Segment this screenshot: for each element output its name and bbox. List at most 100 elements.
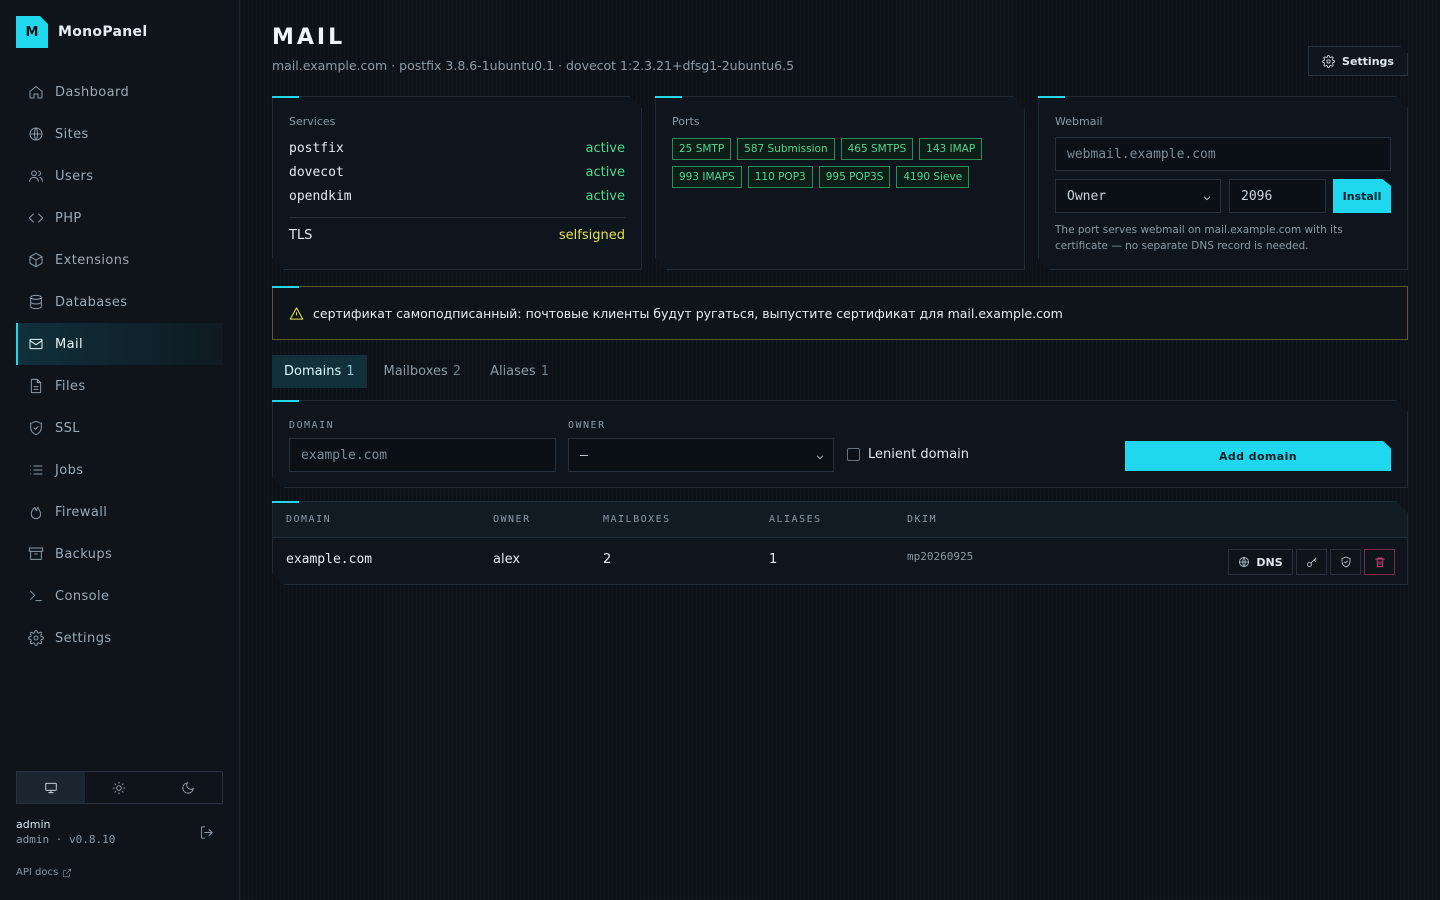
row-mailboxes: 2	[603, 552, 612, 567]
sidebar-item-label: Files	[55, 378, 86, 394]
sidebar-item-settings[interactable]: Settings	[16, 617, 223, 659]
gear-icon	[1322, 54, 1335, 68]
tls-row: TLS selfsigned	[289, 228, 625, 243]
theme-dark-button[interactable]	[154, 772, 222, 803]
sidebar-item-console[interactable]: Console	[16, 575, 223, 617]
logout-icon	[201, 826, 213, 839]
theme-system-button[interactable]	[17, 772, 86, 803]
delete-button[interactable]	[1364, 549, 1395, 575]
dns-button[interactable]: DNS	[1228, 549, 1293, 575]
services-label: Services	[289, 115, 336, 128]
lenient-domain-toggle[interactable]: Lenient domain	[847, 447, 969, 462]
column-header-owner: OWNER	[493, 514, 531, 525]
sidebar-item-dashboard[interactable]: Dashboard	[16, 71, 223, 113]
add-domain-button[interactable]: Add domain	[1125, 441, 1391, 471]
webmail-owner-value: Owner	[1067, 188, 1107, 204]
port-chip: 995 POP3S	[819, 166, 891, 188]
ports-card: Ports 25 SMTP 587 Submission 465 SMTPS 1…	[655, 96, 1025, 270]
tls-status: selfsigned	[558, 228, 625, 243]
sidebar-nav: Dashboard Sites Users PHP Extensions Dat…	[16, 71, 223, 659]
column-header-domain: DOMAIN	[286, 514, 332, 525]
brand-logo: M	[16, 16, 48, 48]
webmail-host-input[interactable]: webmail.example.com	[1055, 137, 1391, 171]
sidebar-item-sites[interactable]: Sites	[16, 113, 223, 155]
service-status: active	[585, 189, 625, 204]
owner-field-label: OWNER	[568, 420, 606, 431]
sidebar-item-label: Users	[55, 168, 94, 184]
port-chip: 993 IMAPS	[672, 166, 742, 188]
ssl-button[interactable]	[1330, 549, 1361, 575]
user-info: admin admin · v0.8.10	[16, 818, 115, 846]
brand[interactable]: M MonoPanel	[16, 16, 147, 48]
terminal-icon	[30, 590, 42, 602]
flame-icon	[30, 506, 42, 520]
owner-select[interactable]: —	[568, 438, 834, 472]
sidebar-item-users[interactable]: Users	[16, 155, 223, 197]
service-name: postfix	[289, 141, 344, 156]
database-icon	[30, 294, 42, 310]
domains-table: DOMAIN OWNER MAILBOXES ALIASES DKIM exam…	[272, 501, 1408, 585]
sidebar-item-php[interactable]: PHP	[16, 197, 223, 239]
row-aliases: 1	[769, 552, 778, 567]
sidebar-item-ssl[interactable]: SSL	[16, 407, 223, 449]
webmail-port-input[interactable]: 2096	[1229, 179, 1326, 213]
chevron-down-icon	[815, 452, 825, 462]
webmail-owner-select[interactable]: Owner	[1055, 179, 1221, 213]
card-accent	[655, 96, 682, 98]
port-chip: 587 Submission	[737, 138, 834, 160]
users-icon	[29, 170, 43, 182]
warning-text: сертификат самоподписанный: почтовые кли…	[313, 305, 1063, 321]
install-button[interactable]: Install	[1333, 179, 1391, 213]
gear-icon	[28, 630, 44, 646]
theme-switcher	[16, 771, 223, 804]
service-row-postfix: postfix active	[289, 141, 625, 156]
tab-domains[interactable]: Domains 1	[272, 355, 367, 388]
tab-count: 1	[346, 364, 355, 379]
row-domain: example.com	[286, 552, 373, 567]
tab-mailboxes[interactable]: Mailboxes 2	[372, 355, 474, 388]
dns-button-label: DNS	[1256, 555, 1283, 569]
port-chip: 143 IMAP	[919, 138, 982, 160]
sidebar-item-files[interactable]: Files	[16, 365, 223, 407]
package-icon	[29, 252, 43, 268]
domain-input[interactable]: example.com	[289, 438, 556, 472]
row-dkim: mp20260925	[907, 550, 974, 563]
service-row-opendkim: opendkim active	[289, 189, 625, 204]
sidebar-item-extensions[interactable]: Extensions	[16, 239, 223, 281]
settings-button-label: Settings	[1342, 54, 1394, 68]
theme-light-button[interactable]	[85, 772, 153, 803]
dkim-key-button[interactable]	[1296, 549, 1327, 575]
api-docs-link[interactable]: API docs	[16, 867, 72, 878]
tab-label: Domains	[284, 364, 342, 379]
sidebar-item-label: Jobs	[55, 462, 84, 478]
moon-icon	[182, 781, 194, 794]
settings-button[interactable]: Settings	[1308, 46, 1408, 76]
sidebar: M MonoPanel Dashboard Sites Users PHP Ex…	[0, 0, 240, 900]
sidebar-item-label: PHP	[55, 210, 82, 226]
row-owner: alex	[493, 552, 521, 567]
monitor-icon	[45, 782, 57, 793]
logout-button[interactable]	[199, 825, 214, 844]
api-docs-label: API docs	[16, 867, 59, 878]
lenient-domain-checkbox[interactable]	[847, 448, 860, 461]
sidebar-item-mail[interactable]: Mail	[16, 323, 223, 365]
tls-label: TLS	[289, 228, 313, 243]
globe-icon	[1238, 556, 1250, 568]
list-icon	[30, 465, 43, 475]
sidebar-item-firewall[interactable]: Firewall	[16, 491, 223, 533]
card-accent	[272, 400, 299, 402]
sidebar-item-backups[interactable]: Backups	[16, 533, 223, 575]
sidebar-item-jobs[interactable]: Jobs	[16, 449, 223, 491]
page-title: MAIL	[272, 25, 346, 50]
column-header-aliases: ALIASES	[769, 514, 822, 525]
card-accent	[272, 96, 299, 98]
tab-aliases[interactable]: Aliases 1	[478, 355, 561, 388]
main-content: MAIL mail.example.com · postfix 3.8.6-1u…	[240, 0, 1440, 900]
card-accent	[272, 501, 299, 503]
mail-icon	[29, 338, 43, 350]
sidebar-item-databases[interactable]: Databases	[16, 281, 223, 323]
port-chip: 110 POP3	[748, 166, 813, 188]
tab-count: 1	[540, 364, 549, 379]
certificate-warning: сертификат самоподписанный: почтовые кли…	[272, 286, 1408, 340]
card-accent	[1038, 96, 1065, 98]
